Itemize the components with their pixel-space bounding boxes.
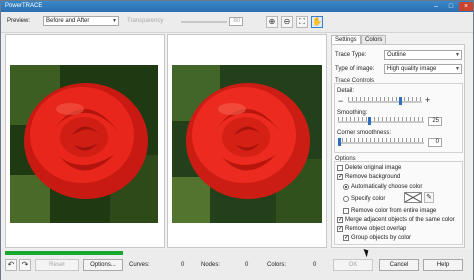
- curves-value: 0: [181, 262, 185, 268]
- image-type-select[interactable]: High quality image ▼: [384, 64, 462, 74]
- corner-smoothness-slider[interactable]: [338, 142, 424, 144]
- corner-smoothness-value[interactable]: 0: [428, 138, 442, 147]
- window-title: PowerTRACE: [5, 3, 43, 9]
- specify-color-label: Specify color: [351, 196, 386, 202]
- no-color-icon: [404, 192, 422, 203]
- undo-icon[interactable]: ↶: [5, 259, 17, 271]
- smoothing-value[interactable]: 25: [428, 117, 442, 126]
- trace-type-select[interactable]: Outline ▼: [384, 50, 462, 60]
- pan-icon[interactable]: ✋: [311, 16, 323, 28]
- remove-entire-image-checkbox[interactable]: [343, 208, 349, 214]
- specify-color-radio[interactable]: [343, 196, 349, 202]
- trace-type-label: Trace Type:: [335, 52, 367, 58]
- traced-rose-image: [172, 65, 322, 223]
- eyedropper-icon[interactable]: ✎: [424, 192, 434, 203]
- help-button[interactable]: Help: [423, 259, 463, 271]
- color-swatch[interactable]: [404, 192, 422, 203]
- nodes-value: 0: [245, 262, 249, 268]
- chevron-down-icon: ▼: [455, 66, 460, 72]
- curves-label: Curves:: [129, 262, 150, 268]
- original-rose-image: [10, 65, 158, 223]
- detail-slider[interactable]: [348, 101, 422, 103]
- reset-button[interactable]: Reset: [35, 259, 79, 271]
- smoothing-slider-thumb[interactable]: [368, 117, 371, 125]
- before-preview-pane[interactable]: [5, 34, 165, 248]
- smoothing-label: Smoothing:: [337, 110, 368, 116]
- detail-slider-ticks: [348, 97, 422, 101]
- maximize-icon[interactable]: □: [444, 2, 458, 11]
- trace-progress-bar: [5, 251, 123, 255]
- image-type-label: Type of image:: [335, 66, 375, 72]
- detail-increase-icon[interactable]: +: [425, 96, 430, 105]
- remove-overlap-label: Remove object overlap: [345, 226, 407, 232]
- zoom-out-icon[interactable]: ⊖: [281, 16, 293, 28]
- preview-mode-select[interactable]: Before and After ▼: [43, 16, 119, 26]
- detail-slider-thumb[interactable]: [399, 97, 402, 105]
- delete-original-checkbox[interactable]: [337, 165, 343, 171]
- status-bar: ↶ ↷ Reset Options... Curves: 0 Nodes: 0 …: [1, 249, 473, 280]
- transparency-value[interactable]: 80: [229, 17, 243, 26]
- nodes-label: Nodes:: [201, 262, 221, 268]
- preview-toolbar: Preview: Before and After ▼ Transparency…: [1, 12, 473, 33]
- ok-button[interactable]: OK: [333, 259, 373, 271]
- transparency-label: Transparency: [127, 18, 164, 24]
- trace-type-value: Outline: [387, 52, 407, 58]
- chevron-down-icon: ▼: [455, 52, 460, 58]
- powertrace-window: PowerTRACE – □ × Preview: Before and Aft…: [0, 0, 474, 280]
- remove-background-label: Remove background: [345, 174, 401, 180]
- image-type-value: High quality image: [387, 66, 437, 72]
- group-by-color-checkbox[interactable]: ✓: [343, 235, 349, 241]
- smoothing-slider[interactable]: [338, 121, 424, 123]
- close-icon[interactable]: ×: [459, 2, 473, 11]
- merge-adjacent-checkbox[interactable]: ✓: [337, 217, 343, 223]
- corner-smoothness-thumb[interactable]: [338, 138, 341, 146]
- options-button[interactable]: Options...: [83, 259, 123, 271]
- remove-overlap-checkbox[interactable]: ✓: [337, 226, 343, 232]
- detail-label: Detail:: [337, 88, 355, 94]
- remove-entire-image-label: Remove color from entire image: [351, 208, 437, 214]
- corner-smoothness-label: Corner smoothness:: [337, 130, 392, 136]
- detail-decrease-icon[interactable]: −: [338, 97, 343, 106]
- colors-label: Colors:: [267, 262, 287, 268]
- preview-label: Preview:: [7, 18, 31, 24]
- transparency-slider[interactable]: [181, 21, 227, 23]
- settings-panel: Trace Type: Outline ▼ Type of image: Hig…: [331, 44, 465, 248]
- smoothing-slider-ticks: [338, 117, 424, 121]
- colors-value: 0: [313, 262, 317, 268]
- delete-original-label: Delete original image: [345, 165, 402, 171]
- zoom-in-icon[interactable]: ⊕: [266, 16, 278, 28]
- redo-icon[interactable]: ↷: [19, 259, 31, 271]
- preview-mode-value: Before and After: [46, 18, 90, 24]
- fit-to-window-icon[interactable]: ⛶: [296, 16, 308, 28]
- auto-color-label: Automatically choose color: [351, 184, 423, 190]
- title-bar: PowerTRACE – □ ×: [1, 1, 473, 12]
- after-preview-pane[interactable]: [167, 34, 327, 248]
- auto-color-radio[interactable]: [343, 184, 349, 190]
- corner-smoothness-ticks: [338, 138, 424, 142]
- chevron-down-icon: ▼: [112, 18, 117, 24]
- cancel-button[interactable]: Cancel: [379, 259, 419, 271]
- merge-adjacent-label: Merge adjacent objects of the same color: [345, 217, 455, 223]
- remove-background-checkbox[interactable]: ✓: [337, 174, 343, 180]
- group-by-color-label: Group objects by color: [351, 235, 412, 241]
- minimize-icon[interactable]: –: [429, 2, 443, 11]
